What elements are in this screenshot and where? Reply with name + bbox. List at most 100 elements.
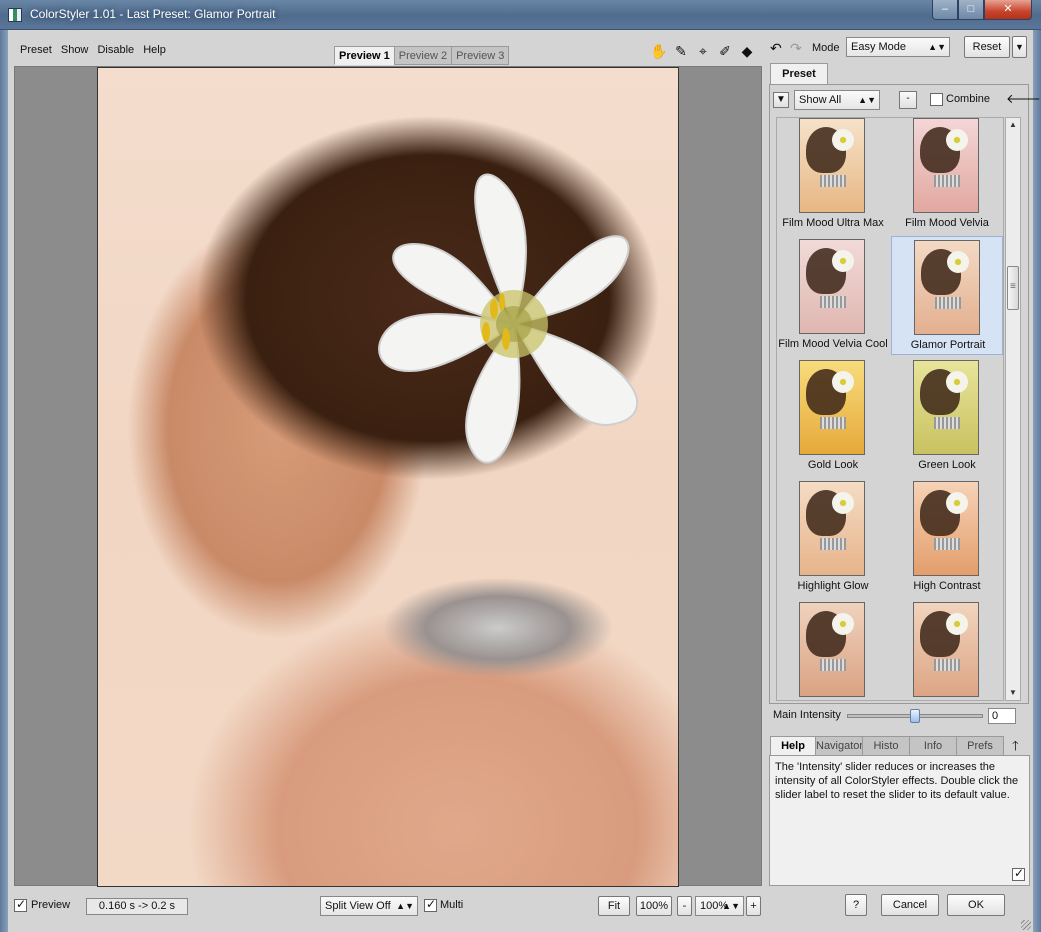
main-intensity-label[interactable]: Main Intensity — [773, 709, 841, 721]
preview-toggle[interactable]: Preview — [14, 897, 70, 912]
tab-preset[interactable]: Preset — [770, 63, 828, 85]
eyedropper-icon[interactable]: ✎ — [670, 40, 692, 62]
tab-navigator[interactable]: Navigator — [815, 736, 863, 756]
preset-item[interactable]: Kodachrome II Old — [891, 599, 1003, 700]
remove-preset-button[interactable]: - — [899, 91, 917, 109]
slider-knob[interactable] — [910, 709, 920, 723]
menu-preset[interactable]: Preset — [20, 44, 52, 56]
thumbnail-necklace — [820, 296, 846, 308]
preset-item[interactable]: Film Mood Velvia — [891, 118, 1003, 234]
preset-thumbnail[interactable] — [913, 481, 979, 576]
tab-prefs[interactable]: Prefs — [956, 736, 1004, 756]
preset-name: Gold Look — [807, 459, 859, 471]
preset-name: Glamor Portrait — [910, 339, 986, 351]
preset-thumbnail[interactable] — [799, 481, 865, 576]
title-bar: ColorStyler 1.01 - Last Preset: Glamor P… — [0, 0, 1041, 30]
crosshair-icon[interactable]: ⌖ — [692, 40, 714, 62]
show-filter-value: Show All — [799, 94, 842, 106]
preset-thumbnail[interactable] — [799, 239, 865, 334]
info-tabs: Help Navigator Histo Info Prefs — [770, 736, 1004, 756]
combine-checkbox[interactable] — [930, 93, 943, 106]
mode-label: Mode — [812, 42, 840, 54]
reset-menu-button[interactable]: ▼ — [1012, 36, 1027, 58]
multi-toggle[interactable]: Multi — [424, 897, 463, 912]
help-panel: The 'Intensity' slider reduces or increa… — [769, 755, 1030, 886]
preset-thumbnail[interactable] — [914, 240, 980, 335]
show-filter-select[interactable]: Show All ▲▼ — [794, 90, 880, 110]
ok-button[interactable]: OK — [947, 894, 1005, 916]
show-filter-arrows-icon: ▲▼ — [858, 95, 876, 105]
zoom-arrows-icon: ▲▼ — [722, 901, 740, 911]
preset-item[interactable]: Film Mood Velvia Cool — [777, 236, 889, 355]
fit-button[interactable]: Fit — [598, 896, 630, 916]
menu-help[interactable]: Help — [143, 44, 166, 56]
preview-tabs: Preview 1 Preview 2 Preview 3 — [334, 46, 510, 65]
cancel-button[interactable]: Cancel — [881, 894, 939, 916]
preset-item[interactable]: High Contrast — [891, 478, 1003, 597]
redo-icon[interactable]: ↷ — [790, 40, 802, 57]
preset-item[interactable]: Gold Look — [777, 357, 889, 476]
multi-checkbox[interactable] — [424, 897, 437, 912]
zoom-out-button[interactable]: - — [677, 896, 692, 916]
preview-checkbox[interactable] — [14, 897, 27, 912]
tab-info[interactable]: Info — [909, 736, 957, 756]
window-title: ColorStyler 1.01 - Last Preset: Glamor P… — [30, 7, 276, 21]
menu-bar: Preset Show Disable Help — [20, 44, 172, 56]
preset-thumbnail[interactable] — [913, 118, 979, 213]
preview-canvas[interactable] — [14, 66, 762, 887]
tab-histo[interactable]: Histo — [862, 736, 910, 756]
scroll-up-icon[interactable]: ▲ — [1006, 118, 1020, 132]
help-button[interactable]: ? — [845, 894, 867, 916]
window-border-left — [0, 30, 8, 932]
tab-preview-3[interactable]: Preview 3 — [451, 46, 510, 65]
hand-tool-icon[interactable]: ✋ — [648, 40, 670, 62]
preset-name: Green Look — [918, 459, 976, 471]
main-intensity-value[interactable]: 0 — [988, 708, 1016, 724]
menu-disable[interactable]: Disable — [97, 44, 134, 56]
preset-thumbnail[interactable] — [913, 602, 979, 697]
maximize-button[interactable]: □ — [958, 0, 984, 20]
preset-menu-button[interactable]: ▼ — [773, 92, 789, 108]
preset-item[interactable]: Kodachrome Old — [777, 599, 889, 700]
main-intensity-slider[interactable] — [847, 709, 983, 723]
close-button[interactable]: ✕ — [984, 0, 1032, 20]
preset-thumbnail[interactable] — [913, 360, 979, 455]
preview-image[interactable] — [97, 67, 679, 887]
tab-help[interactable]: Help — [770, 736, 816, 756]
zoom-100-button[interactable]: 100% — [636, 896, 672, 916]
thumbnail-necklace — [820, 538, 846, 550]
preset-item[interactable]: Highlight Glow — [777, 478, 889, 597]
resize-grip-icon[interactable] — [1021, 920, 1031, 930]
back-arrow-icon[interactable]: 🡐 — [1006, 91, 1041, 107]
preset-scrollbar[interactable]: ▲ ▼ — [1005, 117, 1021, 701]
preset-item[interactable]: Green Look — [891, 357, 1003, 476]
help-checkbox[interactable] — [1012, 866, 1025, 881]
minimize-button[interactable]: – — [932, 0, 958, 20]
preset-item[interactable]: Film Mood Ultra Max — [777, 118, 889, 234]
brush-icon[interactable]: ✐ — [714, 40, 736, 62]
preset-name: Film Mood Velvia Cool — [778, 338, 888, 350]
zoom-in-button[interactable]: + — [746, 896, 761, 916]
app-icon — [8, 8, 22, 22]
preset-thumbnail[interactable] — [799, 118, 865, 213]
zoom-select[interactable]: 100% ▲▼ — [695, 896, 744, 916]
combine-toggle[interactable]: Combine — [930, 93, 990, 106]
scroll-down-icon[interactable]: ▼ — [1006, 686, 1020, 700]
preset-thumbnail[interactable] — [799, 602, 865, 697]
split-view-select[interactable]: Split View Off ▲▼ — [320, 896, 418, 916]
reset-button[interactable]: Reset — [964, 36, 1010, 58]
tab-preview-1[interactable]: Preview 1 — [334, 46, 395, 65]
preset-thumbnail[interactable] — [799, 360, 865, 455]
undo-icon[interactable]: ↶ — [770, 40, 782, 57]
menu-show[interactable]: Show — [61, 44, 89, 56]
thumbnail-necklace — [935, 297, 961, 309]
split-compare-icon[interactable]: ◆ — [736, 40, 758, 62]
thumbnail-necklace — [820, 175, 846, 187]
preset-name: Highlight Glow — [797, 580, 869, 592]
mode-select[interactable]: Easy Mode ▲▼ — [846, 37, 950, 57]
scroll-thumb[interactable] — [1007, 266, 1019, 310]
tab-preview-2[interactable]: Preview 2 — [393, 46, 453, 65]
mode-value: Easy Mode — [851, 41, 907, 53]
preset-name: Film Mood Velvia — [905, 217, 989, 229]
preset-item[interactable]: Glamor Portrait — [891, 236, 1003, 355]
